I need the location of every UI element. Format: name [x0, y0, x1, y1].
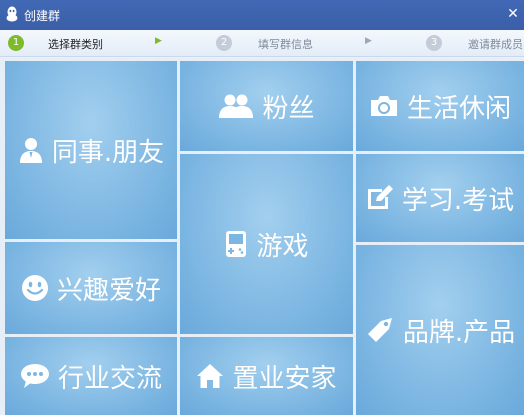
category-label: 兴趣爱好 — [56, 275, 161, 306]
window-title: 创建群 — [24, 9, 61, 23]
step-3-number: 3 — [426, 35, 442, 51]
category-label: 学习.考试 — [401, 185, 515, 216]
step-arrow-icon: ▶ — [155, 36, 162, 46]
category-label: 同事.朋友 — [51, 137, 165, 168]
category-tile-industry[interactable]: 行业交流 — [5, 337, 177, 415]
category-label: 行业交流 — [57, 363, 162, 394]
category-tile-brands[interactable]: 品牌.产品 — [356, 245, 524, 415]
gamepad-icon — [224, 230, 248, 258]
smiley-icon — [21, 274, 49, 302]
step-2-label: 填写群信息 — [258, 38, 313, 51]
category-label: 粉丝 — [262, 93, 315, 124]
category-tile-games[interactable]: 游戏 — [180, 154, 353, 334]
category-tile-fans[interactable]: 粉丝 — [180, 61, 353, 151]
people-icon — [218, 93, 254, 119]
tag-icon — [365, 315, 395, 345]
category-tile-colleagues[interactable]: 同事.朋友 — [5, 61, 177, 239]
step-3-label: 邀请群成员 — [468, 38, 523, 51]
edit-icon — [366, 185, 394, 211]
category-grid: 同事.朋友 粉丝 生活休闲 游戏 学习.考试 兴趣爱好 品牌.产品 行业交流 置… — [0, 58, 524, 415]
title-bar: 创建群 ✕ — [0, 0, 524, 30]
category-tile-hobbies[interactable]: 兴趣爱好 — [5, 242, 177, 334]
category-tile-life[interactable]: 生活休闲 — [356, 61, 524, 151]
step-2-number: 2 — [216, 35, 232, 51]
qq-penguin-icon — [5, 6, 19, 22]
house-icon — [196, 363, 224, 389]
camera-icon — [369, 94, 399, 118]
chat-bubble-icon — [20, 363, 50, 389]
step-1-label: 选择群类别 — [48, 38, 103, 51]
category-label: 生活休闲 — [406, 93, 511, 124]
step-arrow-icon: ▶ — [365, 36, 372, 46]
category-tile-study[interactable]: 学习.考试 — [356, 154, 524, 242]
category-label: 游戏 — [256, 231, 309, 262]
category-label: 置业安家 — [232, 363, 337, 394]
wizard-steps: 1 选择群类别 ▶ 2 填写群信息 ▶ 3 邀请群成员 — [0, 30, 524, 57]
category-label: 品牌.产品 — [402, 317, 516, 348]
person-icon — [18, 136, 44, 164]
step-1-number: 1 — [8, 35, 24, 51]
close-button[interactable]: ✕ — [502, 0, 524, 28]
category-tile-realestate[interactable]: 置业安家 — [180, 337, 353, 415]
